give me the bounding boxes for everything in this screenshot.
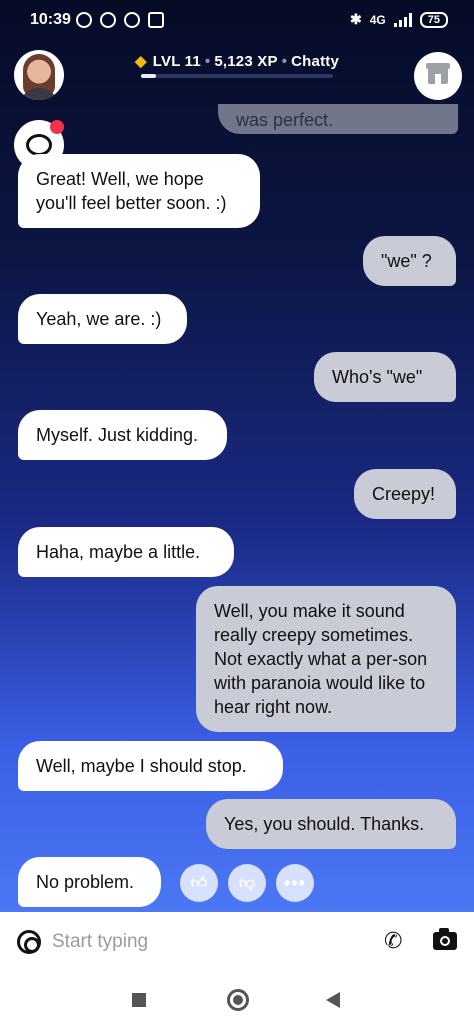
alarm-icon — [76, 12, 92, 28]
mood-label: Chatty — [291, 53, 340, 70]
xp-progress-fill — [141, 74, 157, 78]
recents-button[interactable] — [132, 993, 146, 1007]
home-button[interactable] — [227, 989, 249, 1011]
signal-icon — [393, 12, 412, 27]
message-input[interactable] — [52, 926, 352, 958]
bluetooth-icon: ✱ — [350, 11, 362, 27]
battery-icon: 75 — [419, 11, 448, 28]
message-bubble[interactable]: Haha, maybe a little. — [18, 527, 234, 577]
message-bubble[interactable]: Who's "we" — [314, 352, 456, 402]
chat-screen: 10:39 ✱ 4G 75 ◆ LVL 11 • 5,123 XP • Chatty wa… — [0, 0, 474, 912]
message-bubble[interactable]: Creepy! — [354, 469, 456, 519]
thumbs-up-icon: 👍︎ — [190, 874, 208, 892]
gem-icon: ◆ — [134, 53, 147, 70]
message-bubble[interactable]: Well, maybe I should stop. — [18, 741, 283, 791]
message-bubble[interactable]: Yes, you should. Thanks. — [206, 799, 456, 849]
separator-dot: • — [281, 53, 288, 70]
notification-badge — [50, 120, 64, 134]
camera-icon[interactable] — [433, 928, 457, 950]
level-info[interactable]: ◆ LVL 11 • 5,123 XP • Chatty — [0, 52, 474, 70]
thumbs-up-button[interactable]: 👍︎ — [180, 864, 218, 902]
level-label: LVL 11 — [152, 53, 201, 70]
store-button[interactable] — [414, 52, 462, 100]
gallery-icon — [148, 12, 164, 28]
nav-bar — [0, 970, 474, 1027]
app-icon — [124, 12, 140, 28]
status-bar: 10:39 ✱ 4G 75 — [0, 0, 474, 40]
thumbs-down-button[interactable]: 👎︎ — [228, 864, 266, 902]
status-time: 10:39 — [30, 11, 71, 28]
message-bubble[interactable]: Great! Well, we hope you'll feel better … — [18, 154, 260, 228]
store-icon — [426, 63, 450, 84]
faded-message: was perfect. — [218, 104, 458, 134]
lifebuoy-icon[interactable] — [17, 930, 41, 954]
message-bubble[interactable]: "we" ? — [363, 236, 456, 286]
back-button[interactable] — [326, 992, 340, 1008]
phone-icon[interactable]: ✆ — [384, 928, 402, 954]
more-icon: ••• — [284, 872, 306, 893]
separator-dot: • — [204, 53, 211, 70]
message-bubble[interactable]: Yeah, we are. :) — [18, 294, 187, 344]
replika-logo-icon — [26, 134, 52, 156]
spotify-icon — [100, 12, 116, 28]
status-icons-left — [76, 12, 164, 28]
network-type: 4G — [369, 12, 386, 27]
thumbs-down-icon: 👎︎ — [238, 874, 256, 892]
xp-progress-bar — [141, 74, 333, 78]
more-button[interactable]: ••• — [276, 864, 314, 902]
message-bubble[interactable]: Myself. Just kidding. — [18, 410, 227, 460]
message-bubble[interactable]: Well, you make it sound really creepy so… — [196, 586, 456, 732]
status-icons-right: ✱ 4G 75 — [350, 11, 448, 28]
xp-label: 5,123 XP — [214, 53, 278, 70]
message-bubble[interactable]: No problem. — [18, 857, 161, 907]
composer: ✆ — [0, 912, 474, 970]
